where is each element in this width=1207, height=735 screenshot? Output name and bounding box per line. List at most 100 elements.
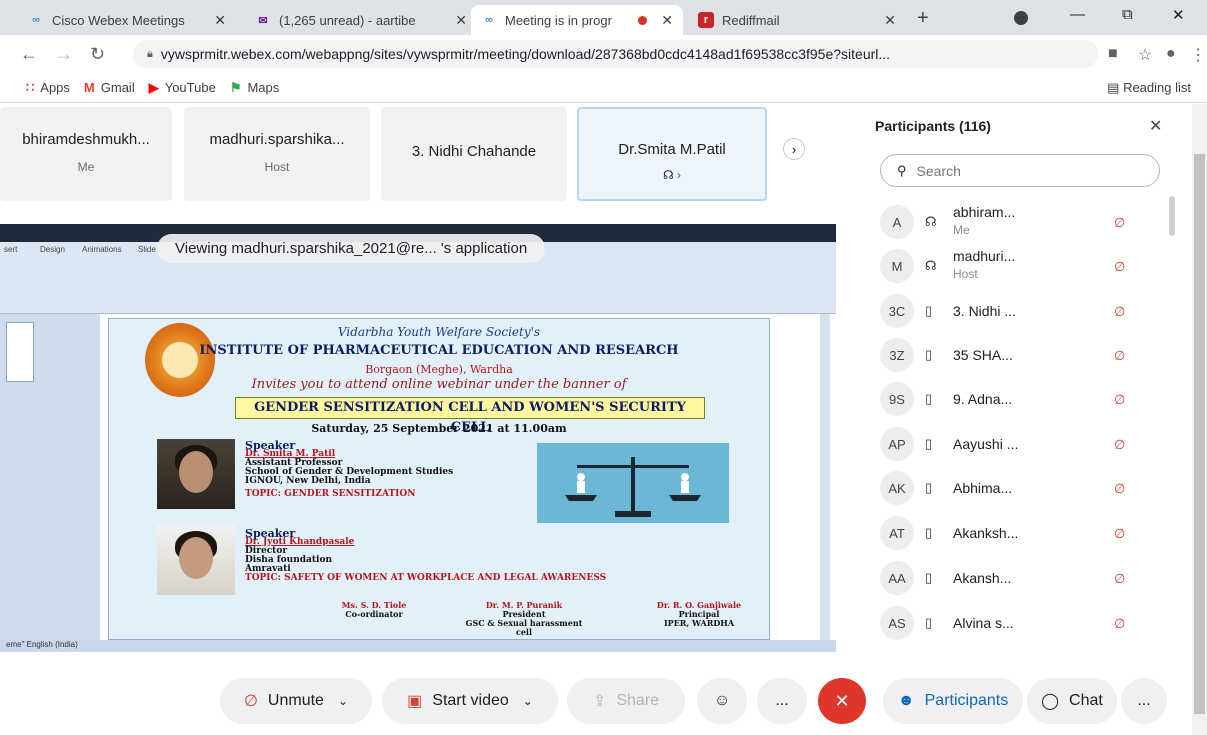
mobile-icon: ▯ <box>925 391 933 406</box>
chat-button[interactable]: ◯ Chat <box>1027 678 1117 724</box>
end-call-button[interactable]: ✕ <box>818 678 866 724</box>
slide-thumbnail <box>6 322 34 382</box>
participant-row[interactable]: A ☊ abhiram... Me ∅ <box>862 201 1172 245</box>
reading-list-button[interactable]: ▤ Reading list <box>1107 80 1191 96</box>
participant-row[interactable]: 9S ▯ 9. Adna... ∅ <box>862 378 1172 422</box>
close-icon[interactable]: ✕ <box>1149 116 1162 136</box>
page-scrollbar[interactable] <box>1192 104 1207 735</box>
speaker1-photo <box>157 439 235 509</box>
bookmark-label: Gmail <box>100 80 135 95</box>
tab-title: Meeting is in progr <box>505 12 612 28</box>
bookmark-label: Maps <box>247 80 280 95</box>
bookmark-gmail[interactable]: M Gmail <box>84 80 135 95</box>
participants-label: Participants <box>924 692 1009 709</box>
mobile-icon: ▯ <box>925 347 933 362</box>
participant-name: madhuri... <box>953 248 1016 264</box>
slide-invite: Invites you to attend online webinar und… <box>251 377 627 392</box>
tab-search-icon[interactable] <box>1014 11 1028 25</box>
presentation-slide: Vidarbha Youth Welfare Society's INSTITU… <box>108 318 770 640</box>
browser-tab-mail[interactable]: ✉ (1,265 unread) - aartibe ✕ <box>245 5 477 35</box>
close-window-icon[interactable]: ✕ <box>1172 6 1185 24</box>
participant-name: Aayushi ... <box>953 436 1019 452</box>
participant-row[interactable]: M ☊ madhuri... Host ∅ <box>862 245 1172 289</box>
reload-icon[interactable]: ↻ <box>90 44 105 65</box>
participant-row[interactable]: AP ▯ Aayushi ... ∅ <box>862 423 1172 467</box>
participant-tile[interactable]: bhiramdeshmukh... Me <box>0 107 172 201</box>
reactions-button[interactable]: ☺ <box>697 678 747 724</box>
participant-tile[interactable]: 3. Nidhi Chahande <box>381 107 567 201</box>
bookmark-apps[interactable]: ∷ Apps <box>26 80 70 96</box>
avatar: AP <box>880 427 914 461</box>
unmute-label: Unmute <box>267 692 324 709</box>
back-icon[interactable]: ← <box>20 44 38 65</box>
speaker-affiliation: IGNOU, New Delhi, India <box>245 476 371 486</box>
start-video-button[interactable]: ▣ Start video ⌄ <box>382 678 558 724</box>
youtube-icon: ▶ <box>148 79 159 95</box>
browser-tab-rediff[interactable]: r Rediffmail ✕ <box>688 5 906 35</box>
participant-name: 9. Adna... <box>953 391 1013 407</box>
tile-name: madhuri.sparshika... <box>209 131 345 148</box>
browser-tab-meeting[interactable]: ∞ Meeting is in progr ✕ <box>471 5 683 35</box>
participant-role: Host <box>953 267 978 281</box>
next-tiles-button[interactable]: › <box>783 138 805 160</box>
chevron-down-icon[interactable]: ⌄ <box>338 694 348 708</box>
browser-tab-webex[interactable]: ∞ Cisco Webex Meetings ✕ <box>18 5 236 35</box>
bookmark-youtube[interactable]: ▶ YouTube <box>149 80 216 96</box>
participant-search[interactable]: ⚲ <box>880 154 1160 187</box>
search-input[interactable] <box>916 162 1117 179</box>
participant-row[interactable]: AS ▯ Alvina s... ∅ <box>862 602 1172 646</box>
mic-muted-icon: ∅ <box>1114 481 1126 496</box>
speaker-name: Dr. Jyoti Khandpasale <box>245 537 355 547</box>
shared-application-view: sert Design Animations Slide Vidarbha Yo… <box>0 224 836 656</box>
unmute-button[interactable]: ∅ Unmute ⌄ <box>220 678 372 724</box>
bookmark-maps[interactable]: ⚑ Maps <box>230 80 279 96</box>
share-button[interactable]: ⇪ Share <box>567 678 685 724</box>
restore-icon[interactable]: ⧉ <box>1122 6 1133 23</box>
mic-muted-icon: ∅ <box>1114 392 1126 407</box>
headset-icon: ☊ › <box>663 168 681 182</box>
more-label: ... <box>775 692 789 709</box>
bookmark-label: YouTube <box>164 80 216 95</box>
participant-tile[interactable]: madhuri.sparshika... Host <box>184 107 370 201</box>
participant-name: Akanksh... <box>953 525 1019 541</box>
participants-button[interactable]: ☻ Participants <box>883 678 1023 724</box>
forward-icon[interactable]: → <box>55 44 73 65</box>
maps-icon: ⚑ <box>229 79 242 95</box>
tile-name: Dr.Smita M.Patil <box>618 141 726 158</box>
rediff-icon: r <box>698 12 714 28</box>
participant-row[interactable]: AK ▯ Abhima... ∅ <box>862 467 1172 511</box>
camera-in-use-icon[interactable]: ■ <box>1108 45 1118 63</box>
close-tab-icon[interactable]: ✕ <box>455 12 467 29</box>
more-options-button[interactable]: ... <box>757 678 807 724</box>
tab-title: Cisco Webex Meetings <box>52 12 185 28</box>
tile-name: 3. Nidhi Chahande <box>411 143 537 160</box>
participant-name: abhiram... <box>953 204 1016 220</box>
avatar: 3C <box>880 294 914 328</box>
close-tab-icon[interactable]: ✕ <box>214 12 226 29</box>
slide-date: Saturday, 25 September 2021 at 11.00am <box>311 422 567 435</box>
participant-row[interactable]: 3C ▯ 3. Nidhi ... ∅ <box>862 290 1172 334</box>
close-tab-icon[interactable]: ✕ <box>884 12 896 29</box>
bookmark-star-icon[interactable]: ☆ <box>1138 45 1152 65</box>
minimize-icon[interactable]: — <box>1070 6 1085 23</box>
tab-title: Rediffmail <box>722 12 780 28</box>
chevron-down-icon[interactable]: ⌄ <box>523 694 533 708</box>
more-options-button[interactable]: ... <box>1121 678 1167 724</box>
url-text: vywsprmitr.webex.com/webappng/sites/vyws… <box>160 46 891 62</box>
mobile-icon: ▯ <box>925 615 933 630</box>
address-bar[interactable]: 🔒︎ vywsprmitr.webex.com/webappng/sites/v… <box>133 40 1098 68</box>
lock-icon: 🔒︎ <box>147 47 153 60</box>
participant-row[interactable]: 3Z ▯ 35 SHA... ∅ <box>862 334 1172 378</box>
participant-tile-active-speaker[interactable]: Dr.Smita M.Patil ☊ › <box>577 107 767 201</box>
participant-row[interactable]: AA ▯ Akansh... ∅ <box>862 557 1172 601</box>
menu-icon[interactable]: ⋮ <box>1190 45 1206 65</box>
signatory-role: Co-ordinator <box>345 609 403 619</box>
profile-icon[interactable]: ● <box>1166 45 1176 63</box>
video-off-icon: ▣ <box>407 693 423 710</box>
scale-icon <box>565 457 701 517</box>
share-banner: Viewing madhuri.sparshika_2021@re... 's … <box>157 234 546 263</box>
ribbon-tab: Animations <box>82 245 122 254</box>
close-tab-icon[interactable]: ✕ <box>661 12 673 29</box>
participant-row[interactable]: AT ▯ Akanksh... ∅ <box>862 512 1172 556</box>
new-tab-icon[interactable]: + <box>917 7 929 30</box>
